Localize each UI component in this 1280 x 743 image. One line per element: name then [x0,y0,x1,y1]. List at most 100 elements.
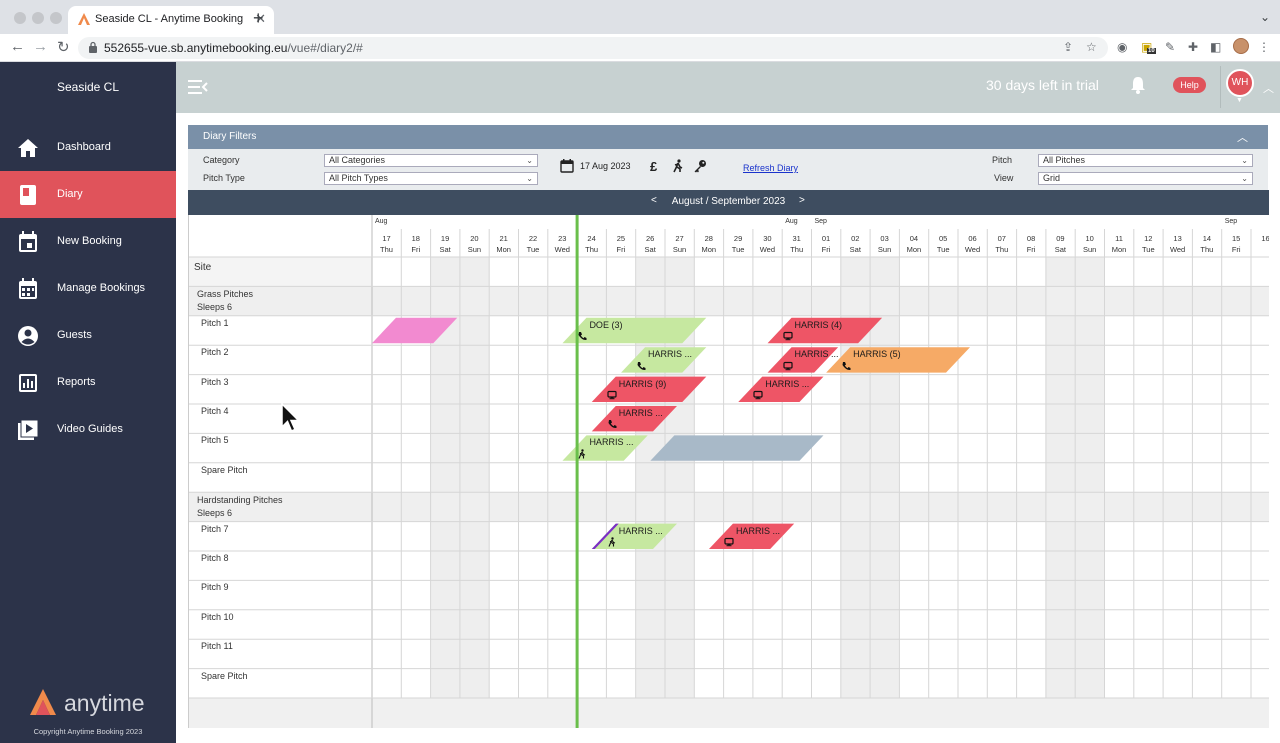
browser-profile-avatar[interactable] [1233,38,1249,54]
window-zoom-button[interactable] [50,12,62,24]
day-weekday: Mon [906,245,922,254]
tab-search-chevron-icon[interactable]: ⌄ [1260,10,1270,24]
day-number[interactable]: 20 [460,234,489,243]
day-number[interactable]: 24 [577,234,606,243]
sidebar-item-label: Guests [57,329,92,341]
share-icon[interactable]: ⇪ [1063,40,1073,54]
help-button[interactable]: Help [1173,77,1206,93]
day-weekday: Wed [554,245,570,254]
sidebar-item-diary[interactable]: Diary [0,171,176,218]
header-collapse-chevron-icon[interactable]: ︿ [1263,80,1274,96]
day-number[interactable]: 29 [724,234,753,243]
day-number[interactable]: 27 [665,234,694,243]
sidebar-item-guests[interactable]: Guests [0,312,176,359]
pen-extension-icon[interactable]: ✎ [1165,40,1175,54]
diary-grid-canvas [189,215,1269,728]
pitch-type-select[interactable]: All Pitch Types ⌄ [324,172,538,185]
reload-icon[interactable]: ↻ [57,38,70,56]
day-number[interactable]: 30 [753,234,782,243]
next-month-button[interactable]: > [799,195,805,206]
day-number[interactable]: 17 [372,234,401,243]
window-close-button[interactable] [14,12,26,24]
user-avatar[interactable]: WH [1226,69,1254,97]
url-field[interactable]: 552655-vue.sb.anytimebooking.eu/vue#/dia… [78,37,1108,59]
day-number[interactable]: 15 [1222,234,1251,243]
day-weekday: Wed [1169,245,1186,254]
menu-collapse-icon[interactable] [188,79,208,95]
booking-label[interactable]: HARRIS ... [736,526,780,536]
view-select[interactable]: Grid ⌄ [1038,172,1253,185]
day-number[interactable]: 09 [1046,234,1075,243]
booking-label[interactable]: HARRIS ... [648,349,692,359]
sidebar-item-label: Dashboard [57,141,111,153]
day-number[interactable]: 05 [929,234,958,243]
booking-label[interactable]: HARRIS ... [619,526,663,536]
booking-label[interactable]: HARRIS ... [795,349,839,359]
day-number[interactable]: 08 [1017,234,1046,243]
view-label: View [994,173,1014,183]
sidebar-item-reports[interactable]: Reports [0,359,176,406]
day-number[interactable]: 25 [606,234,635,243]
day-number[interactable]: 03 [870,234,899,243]
diary-filters-header[interactable]: Diary Filters ︿ [188,125,1268,149]
day-number[interactable]: 22 [519,234,548,243]
booking-label[interactable]: HARRIS (4) [795,320,843,330]
booking-label[interactable]: HARRIS ... [589,437,633,447]
new-tab-icon[interactable]: + [253,8,264,29]
selected-date[interactable]: 17 Aug 2023 [580,161,631,171]
day-number[interactable]: 28 [694,234,723,243]
day-number[interactable]: 14 [1192,234,1221,243]
side-panel-icon[interactable]: ◧ [1210,40,1221,54]
day-number[interactable]: 01 [812,234,841,243]
arrivals-walking-icon[interactable] [671,159,685,173]
booking-label[interactable]: HARRIS ... [619,408,663,418]
day-number[interactable]: 02 [841,234,870,243]
pound-filter-icon[interactable]: £ [650,159,664,174]
avatar-chevron-icon[interactable]: ▼ [1236,97,1243,104]
day-number[interactable]: 06 [958,234,987,243]
day-number[interactable]: 21 [489,234,518,243]
window-minimize-button[interactable] [32,12,44,24]
date-picker-calendar-icon[interactable] [560,159,574,173]
collapse-filters-chevron-icon[interactable]: ︿ [1237,129,1248,145]
sidebar-item-new-booking[interactable]: New Booking [0,218,176,265]
day-number[interactable]: 31 [782,234,811,243]
day-number[interactable]: 13 [1163,234,1192,243]
day-number[interactable]: 23 [548,234,577,243]
day-number[interactable]: 19 [431,234,460,243]
sidebar-item-label: Diary [57,188,83,200]
day-number[interactable]: 07 [987,234,1016,243]
weekend-column [1045,257,1076,698]
key-filter-icon[interactable] [693,159,707,173]
sidebar-item-manage-bookings[interactable]: Manage Bookings [0,265,176,312]
back-icon[interactable]: ← [10,38,25,55]
day-number[interactable]: 26 [636,234,665,243]
booking-label[interactable]: HARRIS ... [765,379,809,389]
extensions-puzzle-icon[interactable]: ✚ [1188,40,1198,54]
bookmark-star-icon[interactable]: ☆ [1086,40,1097,54]
booking-label[interactable]: HARRIS (5) [853,349,901,359]
sidebar-item-video-guides[interactable]: Video Guides [0,406,176,453]
day-weekday: Tue [526,245,540,254]
extension-badge-icon[interactable]: ▣ 10 [1141,40,1156,54]
day-weekday: Fri [1026,245,1036,254]
camera-extension-icon[interactable]: ◉ [1117,40,1127,54]
calendar-icon [19,231,37,252]
browser-menu-icon[interactable]: ⋮ [1258,40,1270,54]
booking-label[interactable]: DOE (3) [589,320,622,330]
day-number[interactable]: 11 [1105,234,1134,243]
day-number[interactable]: 12 [1134,234,1163,243]
pitch-type-select-value: All Pitch Types [329,173,388,183]
category-select[interactable]: All Categories ⌄ [324,154,538,167]
sidebar-item-dashboard[interactable]: Dashboard [0,124,176,171]
forward-icon[interactable]: → [33,38,48,55]
day-number[interactable]: 18 [401,234,430,243]
day-number[interactable]: 16 [1251,234,1269,243]
pitch-select[interactable]: All Pitches ⌄ [1038,154,1253,167]
browser-tab[interactable]: Seaside CL - Anytime Booking ✕ [68,6,274,34]
day-number[interactable]: 04 [899,234,928,243]
refresh-diary-link[interactable]: Refresh Diary [743,163,798,173]
notifications-bell-icon[interactable] [1130,76,1146,94]
booking-label[interactable]: HARRIS (9) [619,379,667,389]
day-number[interactable]: 10 [1075,234,1104,243]
